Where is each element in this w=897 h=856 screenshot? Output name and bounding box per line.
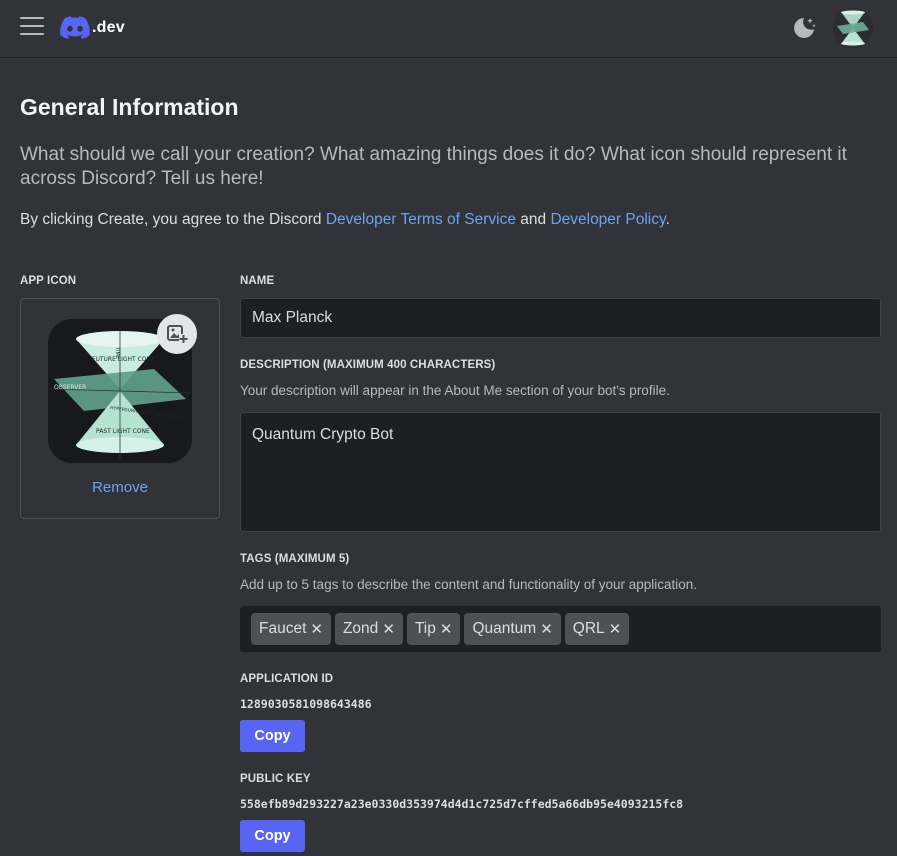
tag-label: Tip	[414, 620, 436, 637]
discord-dev-logo[interactable]: .dev	[60, 15, 125, 41]
icon-caption-past: PAST LIGHT CONE	[96, 428, 150, 435]
application-id-label: Application ID	[240, 673, 334, 685]
app-icon-label: App Icon	[20, 275, 77, 287]
agreement-prefix: By clicking Create, you agree to the Dis…	[20, 211, 326, 228]
agreement-and: and	[515, 211, 551, 228]
tag-chip: Zond ✕	[334, 613, 403, 645]
public-key-label: Public Key	[240, 773, 311, 785]
page-intro: What should we call your creation? What …	[20, 144, 847, 189]
name-input[interactable]	[240, 298, 881, 338]
tag-chip: Tip ✕	[406, 613, 461, 645]
hamburger-menu-icon[interactable]	[20, 17, 44, 37]
application-id-value: 1289030581098643486	[240, 697, 372, 711]
description-textarea[interactable]: Quantum Crypto Bot	[240, 412, 881, 532]
description-label: Description (maximum 400 characters)	[240, 359, 496, 371]
tag-chip: Faucet ✕	[251, 613, 331, 645]
name-label: Name	[240, 275, 275, 287]
developer-policy-link[interactable]: Developer Policy	[550, 211, 665, 228]
description-hint: Your description will appear in the Abou…	[240, 383, 670, 398]
developer-terms-link[interactable]: Developer Terms of Service	[326, 211, 516, 228]
app-icon-panel: FUTURE LIGHT CONE TIME OBSERVER HYPERSUR…	[20, 298, 220, 519]
tag-chip: QRL ✕	[564, 613, 630, 645]
top-bar: .dev	[0, 0, 897, 58]
discord-logo-icon	[60, 16, 90, 39]
remove-tag-icon[interactable]: ✕	[440, 622, 453, 637]
remove-tag-icon[interactable]: ✕	[540, 622, 553, 637]
tag-chip: Quantum ✕	[464, 613, 561, 645]
logo-text: .dev	[92, 19, 125, 36]
icon-caption-observer: OBSERVER	[54, 384, 86, 391]
copy-public-key-button[interactable]: Copy	[240, 820, 305, 852]
remove-tag-icon[interactable]: ✕	[310, 622, 323, 637]
tag-label: QRL	[572, 620, 605, 637]
agreement-suffix: .	[665, 211, 670, 228]
user-avatar[interactable]	[833, 8, 873, 48]
tags-label: Tags (maximum 5)	[240, 553, 350, 565]
remove-icon-link[interactable]: Remove	[21, 479, 219, 496]
icon-caption-time: TIME	[114, 346, 120, 359]
remove-tag-icon[interactable]: ✕	[609, 622, 622, 637]
agreement-text: By clicking Create, you agree to the Dis…	[20, 211, 670, 229]
copy-application-id-button[interactable]: Copy	[240, 720, 305, 752]
page-title: General Information	[20, 94, 239, 120]
moon-stars-icon[interactable]	[790, 14, 818, 42]
upload-image-icon[interactable]	[157, 314, 197, 354]
tag-label: Faucet	[259, 620, 307, 637]
icon-caption-future: FUTURE LIGHT CONE	[92, 356, 155, 363]
tag-label: Zond	[342, 620, 379, 637]
tags-hint: Add up to 5 tags to describe the content…	[240, 577, 698, 592]
remove-tag-icon[interactable]: ✕	[382, 622, 395, 637]
tag-label: Quantum	[472, 620, 537, 637]
public-key-value: 558efb89d293227a23e0330d353974d4d1c725d7…	[240, 797, 684, 811]
tags-input[interactable]: Faucet ✕ Zond ✕ Tip ✕ Quantum ✕ QRL ✕	[240, 606, 881, 652]
